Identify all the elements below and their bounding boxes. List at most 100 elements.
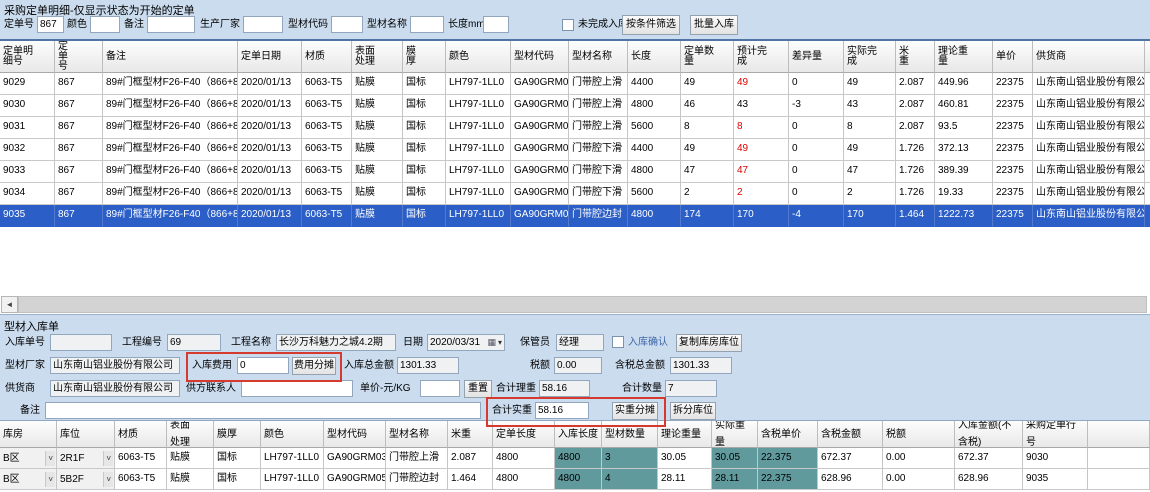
- total-with-tax-field[interactable]: 1301.33: [670, 357, 732, 374]
- column-header[interactable]: 入库金额(不 含税): [955, 421, 1023, 448]
- project-name-field[interactable]: 长沙万科魅力之城4.2期: [276, 334, 396, 351]
- scrollbar-thumb[interactable]: [18, 296, 1147, 313]
- table-row[interactable]: 903386789#门框型材F26-F40（866+867）2020/01/13…: [0, 161, 1150, 183]
- actual-weight-share-button[interactable]: 实重分摊: [612, 402, 658, 420]
- column-header[interactable]: 型材名称: [386, 421, 448, 448]
- column-header[interactable]: 供货商: [1033, 41, 1145, 73]
- table-row[interactable]: 903486789#门框型材F26-F40（866+867）2020/01/13…: [0, 183, 1150, 205]
- column-header[interactable]: 米重: [448, 421, 493, 448]
- factory-field[interactable]: 山东南山铝业股份有限公司: [50, 357, 180, 374]
- unit-price-input[interactable]: [420, 380, 460, 397]
- column-header[interactable]: 定单长度: [493, 421, 555, 448]
- table-cell: [1088, 469, 1150, 490]
- column-header[interactable]: 表面 处理: [167, 421, 214, 448]
- column-header[interactable]: 膜 厚: [403, 41, 446, 73]
- supplier-field[interactable]: 山东南山铝业股份有限公司: [50, 380, 180, 397]
- column-header[interactable]: 长度: [628, 41, 681, 73]
- column-header[interactable]: 定 单 号: [55, 41, 103, 73]
- dropdown-arrow-icon[interactable]: ˅: [103, 472, 113, 487]
- order-no-input[interactable]: 867: [37, 16, 64, 33]
- table-cell: 2020/01/13: [238, 117, 302, 139]
- column-header[interactable]: 膜厚: [214, 421, 261, 448]
- table-cell: 2020/01/13: [238, 95, 302, 117]
- unfinished-checkbox[interactable]: [562, 19, 574, 31]
- table-row[interactable]: 903586789#门框型材F26-F40（866+867）2020/01/13…: [0, 205, 1150, 227]
- table-cell: 4800: [628, 161, 681, 183]
- column-header[interactable]: 实际重量: [712, 421, 758, 448]
- dropdown-arrow-icon[interactable]: ˅: [45, 472, 55, 487]
- column-header[interactable]: 定单数 量: [681, 41, 734, 73]
- column-header[interactable]: 型材数量: [602, 421, 658, 448]
- dropdown-arrow-icon[interactable]: ˅: [45, 451, 55, 466]
- table-row[interactable]: B区˅5B2F˅6063-T5贴膜国标LH797-1LL0GA90GRM05门带…: [0, 469, 1150, 490]
- column-header[interactable]: 税额: [883, 421, 955, 448]
- column-header[interactable]: 型材名称: [569, 41, 628, 73]
- column-header[interactable]: 材质: [302, 41, 352, 73]
- column-header[interactable]: 采购定单行 号: [1023, 421, 1088, 448]
- table-cell: 2020/01/13: [238, 73, 302, 95]
- tax-field[interactable]: 0.00: [554, 357, 602, 374]
- column-header[interactable]: 米 重: [896, 41, 935, 73]
- column-header[interactable]: 定单日期: [238, 41, 302, 73]
- column-header[interactable]: 含税单价: [758, 421, 818, 448]
- length-filter-input[interactable]: [483, 16, 509, 33]
- column-header[interactable]: 单价: [993, 41, 1033, 73]
- calendar-icon[interactable]: ▦: [487, 338, 496, 347]
- fee-input[interactable]: 0: [237, 357, 289, 374]
- table-row[interactable]: 903286789#门框型材F26-F40（866+867）2020/01/13…: [0, 139, 1150, 161]
- date-dropdown-arrow-icon[interactable]: ▾: [498, 335, 502, 350]
- horizontal-scrollbar[interactable]: ◄: [1, 296, 1147, 313]
- column-header[interactable]: 材质: [115, 421, 167, 448]
- scroll-left-arrow-icon[interactable]: ◄: [1, 296, 18, 313]
- table-cell: 2: [734, 183, 789, 205]
- column-header[interactable]: 定单明 细号: [0, 41, 55, 73]
- supplier-contact-input[interactable]: [241, 380, 353, 397]
- column-header[interactable]: 理论重 量: [935, 41, 993, 73]
- keeper-field[interactable]: 经理: [556, 334, 604, 351]
- color-filter-input[interactable]: [90, 16, 120, 33]
- column-header[interactable]: 含税金额: [818, 421, 883, 448]
- producer-input[interactable]: [243, 16, 283, 33]
- table-cell: 460.81: [935, 95, 993, 117]
- table-cell: 8: [734, 117, 789, 139]
- table-cell: GA90GRM05: [324, 469, 386, 490]
- table-row[interactable]: B区˅2R1F˅6063-T5贴膜国标LH797-1LL0GA90GRM03门带…: [0, 448, 1150, 469]
- column-header[interactable]: 库房: [0, 421, 57, 448]
- fee-share-button[interactable]: 费用分摊: [292, 357, 336, 375]
- total-qty-field[interactable]: 7: [665, 380, 717, 397]
- theo-weight-field[interactable]: 58.16: [539, 380, 590, 397]
- column-header[interactable]: 颜色: [261, 421, 324, 448]
- date-picker[interactable]: 2020/03/31 ▦ ▾: [427, 334, 505, 351]
- column-header[interactable]: 库位: [57, 421, 115, 448]
- batch-inbound-button[interactable]: 批量入库: [690, 15, 738, 35]
- profile-code-filter-input[interactable]: [331, 16, 363, 33]
- column-header[interactable]: 入库长度: [555, 421, 602, 448]
- filter-by-condition-button[interactable]: 按条件筛选: [622, 15, 680, 35]
- column-header[interactable]: 预计完 成: [734, 41, 789, 73]
- project-no-field[interactable]: 69: [167, 334, 221, 351]
- column-header[interactable]: 理论重量: [658, 421, 712, 448]
- table-cell: 2.087: [896, 117, 935, 139]
- column-header[interactable]: 差异量: [789, 41, 844, 73]
- inbound-confirm-checkbox[interactable]: [612, 336, 624, 348]
- column-header[interactable]: 表面 处理: [352, 41, 403, 73]
- column-header[interactable]: 颜色: [446, 41, 511, 73]
- remark-filter-input[interactable]: [147, 16, 195, 33]
- column-header[interactable]: 备注: [103, 41, 238, 73]
- column-header[interactable]: 型材代码: [511, 41, 569, 73]
- table-row[interactable]: 903186789#门框型材F26-F40（866+867）2020/01/13…: [0, 117, 1150, 139]
- remark-input[interactable]: [45, 402, 481, 419]
- receipt-no-field[interactable]: [50, 334, 112, 351]
- column-header[interactable]: 实际完 成: [844, 41, 896, 73]
- reset-button[interactable]: 重置: [464, 380, 492, 398]
- table-row[interactable]: 903086789#门框型材F26-F40（866+867）2020/01/13…: [0, 95, 1150, 117]
- table-row[interactable]: 902986789#门框型材F26-F40（866+867）2020/01/13…: [0, 73, 1150, 95]
- column-header[interactable]: 型材代码: [324, 421, 386, 448]
- actual-weight-input[interactable]: 58.16: [535, 402, 589, 419]
- table-cell: 4400: [628, 139, 681, 161]
- split-location-button[interactable]: 拆分库位: [670, 402, 716, 420]
- total-amount-field[interactable]: 1301.33: [397, 357, 459, 374]
- copy-location-button[interactable]: 复制库房库位: [676, 334, 742, 352]
- profile-name-filter-input[interactable]: [410, 16, 444, 33]
- dropdown-arrow-icon[interactable]: ˅: [103, 451, 113, 466]
